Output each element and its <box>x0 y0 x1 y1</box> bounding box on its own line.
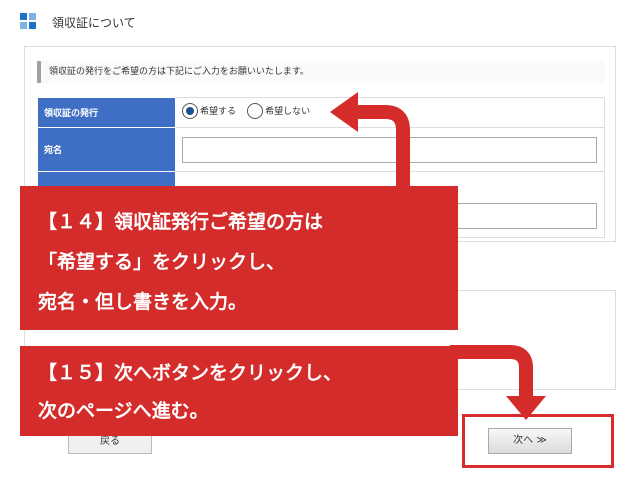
next-button[interactable]: 次へ ≫ <box>488 428 572 454</box>
radio-option-no-desire[interactable]: 希望しない <box>247 102 311 119</box>
callout-14-line-1: 【１４】領収証発行ご希望の方は <box>38 211 324 233</box>
issue-options: 希望する 希望しない <box>175 97 605 128</box>
addressee-input[interactable] <box>182 136 597 163</box>
callout-14-line-2: 「希望する」をクリックし、 <box>38 251 286 273</box>
callout-15-line-1: 【１５】次へボタンをクリックし、 <box>38 362 343 384</box>
form-instruction: 領収証の発行をご希望の方は下記にご入力をお願いいたします。 <box>37 61 605 83</box>
radio-desire-label: 希望する <box>200 107 237 117</box>
addressee-row: 宛名 <box>37 127 605 172</box>
radio-desire-input[interactable] <box>182 102 198 119</box>
callout-step-15: 【１５】次へボタンをクリックし、 次のページへ進む。 <box>20 346 458 436</box>
radio-no-desire-input[interactable] <box>247 102 264 119</box>
page-header: 領収証について <box>0 0 640 40</box>
addressee-label: 宛名 <box>37 127 176 172</box>
grid-icon <box>20 13 36 29</box>
issue-row: 領収証の発行 希望する 希望しない <box>37 97 605 128</box>
radio-no-desire-label: 希望しない <box>265 107 311 117</box>
radio-option-desire[interactable]: 希望する <box>182 102 237 119</box>
callout-15-line-2: 次のページへ進む。 <box>38 400 209 422</box>
callout-step-14: 【１４】領収証発行ご希望の方は 「希望する」をクリックし、 宛名・但し書きを入力… <box>20 186 458 330</box>
callout-14-line-3: 宛名・但し書きを入力。 <box>38 291 248 313</box>
issue-label: 領収証の発行 <box>37 97 176 128</box>
page-title: 領収証について <box>52 16 136 30</box>
